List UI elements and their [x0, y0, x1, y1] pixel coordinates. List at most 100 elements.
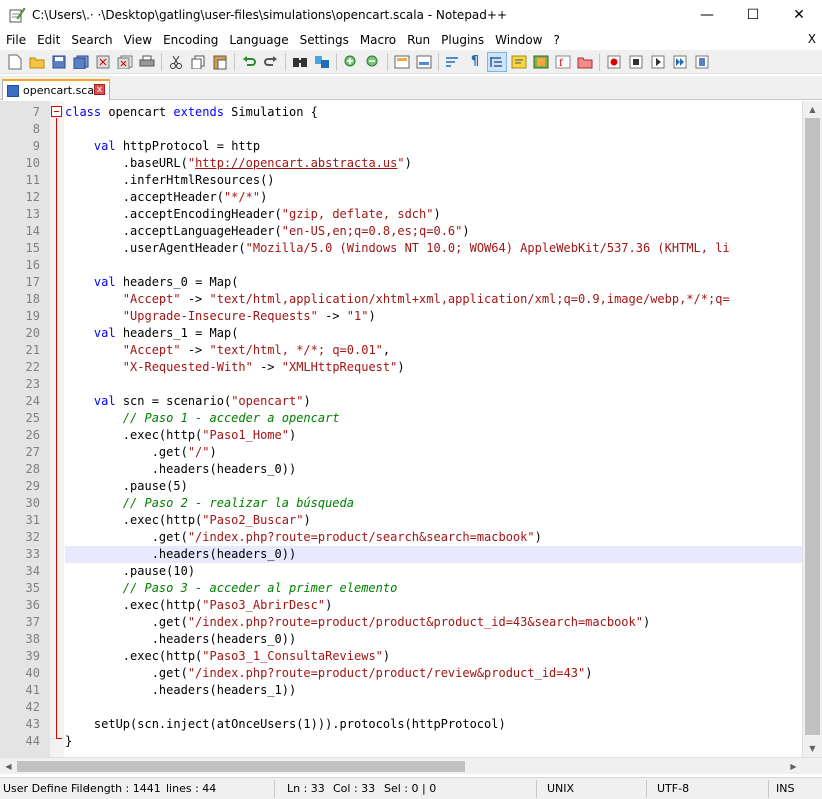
- code-line[interactable]: 34 .pause(10): [0, 563, 802, 580]
- copy-icon[interactable]: [189, 53, 207, 71]
- code-line[interactable]: 9 val httpProtocol = http: [0, 138, 802, 155]
- tab-close-icon[interactable]: x: [94, 84, 105, 95]
- menu-encoding[interactable]: Encoding: [157, 33, 223, 47]
- code-line[interactable]: 27 .get("/"): [0, 444, 802, 461]
- scroll-up-icon[interactable]: ▲: [803, 101, 822, 118]
- menu-language[interactable]: Language: [223, 33, 293, 47]
- code-line[interactable]: 39 .exec(http("Paso3_1_ConsultaReviews"): [0, 648, 802, 665]
- code-line[interactable]: 12 .acceptHeader("*/*"): [0, 189, 802, 206]
- code-line[interactable]: 41 .headers(headers_1)): [0, 682, 802, 699]
- code-line[interactable]: 13 .acceptEncodingHeader("gzip, deflate,…: [0, 206, 802, 223]
- user-define-lang-icon[interactable]: [510, 53, 528, 71]
- close-window-button[interactable]: ✕: [776, 0, 822, 30]
- vertical-scroll-thumb[interactable]: [805, 118, 820, 735]
- minimize-button[interactable]: —: [684, 0, 730, 30]
- stop-macro-icon[interactable]: [627, 53, 645, 71]
- menu-window[interactable]: Window: [489, 33, 547, 47]
- horizontal-scroll-thumb[interactable]: [17, 761, 465, 772]
- scroll-left-icon[interactable]: ◀: [0, 758, 17, 775]
- menu-run[interactable]: Run: [401, 33, 435, 47]
- code-line[interactable]: 19 "Upgrade-Insecure-Requests" -> "1"): [0, 308, 802, 325]
- code-line[interactable]: 38 .headers(headers_0)): [0, 631, 802, 648]
- code-line[interactable]: 36 .exec(http("Paso3_AbrirDesc"): [0, 597, 802, 614]
- maximize-button[interactable]: ☐: [730, 0, 776, 30]
- run-macro-multiple-icon[interactable]: [671, 53, 689, 71]
- zoom-in-icon[interactable]: [342, 53, 360, 71]
- code-line[interactable]: 24 val scn = scenario("opencart"): [0, 393, 802, 410]
- code-line[interactable]: 31 .exec(http("Paso2_Buscar"): [0, 512, 802, 529]
- sync-horizontal-icon[interactable]: [415, 53, 433, 71]
- function-list-icon[interactable]: f: [554, 53, 572, 71]
- code-line[interactable]: 32 .get("/index.php?route=product/search…: [0, 529, 802, 546]
- folder-workspace-icon[interactable]: [576, 53, 594, 71]
- current-code-line[interactable]: 33 .headers(headers_0)): [0, 546, 802, 563]
- vertical-scrollbar[interactable]: ▲ ▼: [802, 101, 822, 757]
- code-line[interactable]: 18 "Accept" -> "text/html,application/xh…: [0, 291, 802, 308]
- toolbar-separator: [438, 52, 439, 71]
- code-line[interactable]: 43 setUp(scn.inject(atOnceUsers(1))).pro…: [0, 716, 802, 733]
- save-macro-icon[interactable]: [693, 53, 711, 71]
- code-editor[interactable]: 7 class opencart extends Simulation {8 9 v…: [0, 101, 822, 757]
- new-file-icon[interactable]: [6, 53, 24, 71]
- scroll-right-icon[interactable]: ▶: [785, 758, 802, 775]
- code-line[interactable]: 35 // Paso 3 - acceder al primer element…: [0, 580, 802, 597]
- code-line[interactable]: 40 .get("/index.php?route=product/produc…: [0, 665, 802, 682]
- code-line[interactable]: 21 "Accept" -> "text/html, */*; q=0.01",: [0, 342, 802, 359]
- code-line[interactable]: 44}: [0, 733, 802, 750]
- code-line[interactable]: 20 val headers_1 = Map(: [0, 325, 802, 342]
- indent-guide-icon[interactable]: [487, 51, 507, 72]
- code-line[interactable]: 8: [0, 121, 802, 138]
- record-macro-icon[interactable]: [605, 53, 623, 71]
- menu-search[interactable]: Search: [65, 33, 117, 47]
- menu-edit[interactable]: Edit: [31, 33, 65, 47]
- code-line[interactable]: 14 .acceptLanguageHeader("en-US,en;q=0.8…: [0, 223, 802, 240]
- replace-icon[interactable]: [313, 53, 331, 71]
- scroll-down-icon[interactable]: ▼: [803, 740, 822, 757]
- open-file-icon[interactable]: [28, 53, 46, 71]
- close-icon[interactable]: [94, 53, 112, 71]
- code-line[interactable]: 30 // Paso 2 - realizar la búsqueda: [0, 495, 802, 512]
- save-all-icon[interactable]: [72, 53, 90, 71]
- horizontal-scrollbar[interactable]: ◀ ▶: [0, 757, 822, 774]
- menu-help[interactable]: ?: [547, 33, 564, 47]
- code-line[interactable]: 28 .headers(headers_0)): [0, 461, 802, 478]
- code-line[interactable]: 25 // Paso 1 - acceder a opencart: [0, 410, 802, 427]
- code-line[interactable]: 16: [0, 257, 802, 274]
- code-text: .headers(headers_0)): [65, 632, 297, 646]
- code-line[interactable]: 29 .pause(5): [0, 478, 802, 495]
- menu-plugins[interactable]: Plugins: [435, 33, 489, 47]
- menu-file[interactable]: File: [0, 33, 31, 47]
- menu-settings[interactable]: Settings: [294, 33, 354, 47]
- sync-vertical-icon[interactable]: [393, 53, 411, 71]
- code-line[interactable]: 42: [0, 699, 802, 716]
- print-icon[interactable]: [138, 53, 156, 71]
- menu-view[interactable]: View: [118, 33, 157, 47]
- doc-map-icon[interactable]: [532, 53, 550, 71]
- zoom-out-icon[interactable]: [364, 53, 382, 71]
- find-icon[interactable]: [291, 53, 309, 71]
- close-all-icon[interactable]: [116, 53, 134, 71]
- code-line[interactable]: 37 .get("/index.php?route=product/produc…: [0, 614, 802, 631]
- code-line[interactable]: 17 val headers_0 = Map(: [0, 274, 802, 291]
- undo-icon[interactable]: [240, 53, 258, 71]
- tab-strip: opencart.scala x: [0, 76, 822, 100]
- code-line[interactable]: 7 class opencart extends Simulation {: [0, 104, 802, 121]
- line-number: 10: [25, 156, 40, 170]
- code-line[interactable]: 15 .userAgentHeader("Mozilla/5.0 (Window…: [0, 240, 802, 257]
- save-icon[interactable]: [50, 53, 68, 71]
- tab-opencart-scala[interactable]: opencart.scala x: [2, 79, 110, 100]
- code-line[interactable]: 26 .exec(http("Paso1_Home"): [0, 427, 802, 444]
- menu-macro[interactable]: Macro: [354, 33, 401, 47]
- code-line[interactable]: 23: [0, 376, 802, 393]
- word-wrap-icon[interactable]: [444, 53, 462, 71]
- play-macro-icon[interactable]: [649, 53, 667, 71]
- close-document-button[interactable]: X: [808, 32, 816, 46]
- cut-icon[interactable]: [167, 53, 185, 71]
- paste-icon[interactable]: [211, 53, 229, 71]
- code-line[interactable]: 11 .inferHtmlResources(): [0, 172, 802, 189]
- code-line[interactable]: 10 .baseURL("http://opencart.abstracta.u…: [0, 155, 802, 172]
- code-line[interactable]: 22 "X-Requested-With" -> "XMLHttpRequest…: [0, 359, 802, 376]
- show-all-chars-icon[interactable]: ¶: [466, 53, 484, 71]
- redo-icon[interactable]: [262, 53, 280, 71]
- line-number: 32: [25, 530, 40, 544]
